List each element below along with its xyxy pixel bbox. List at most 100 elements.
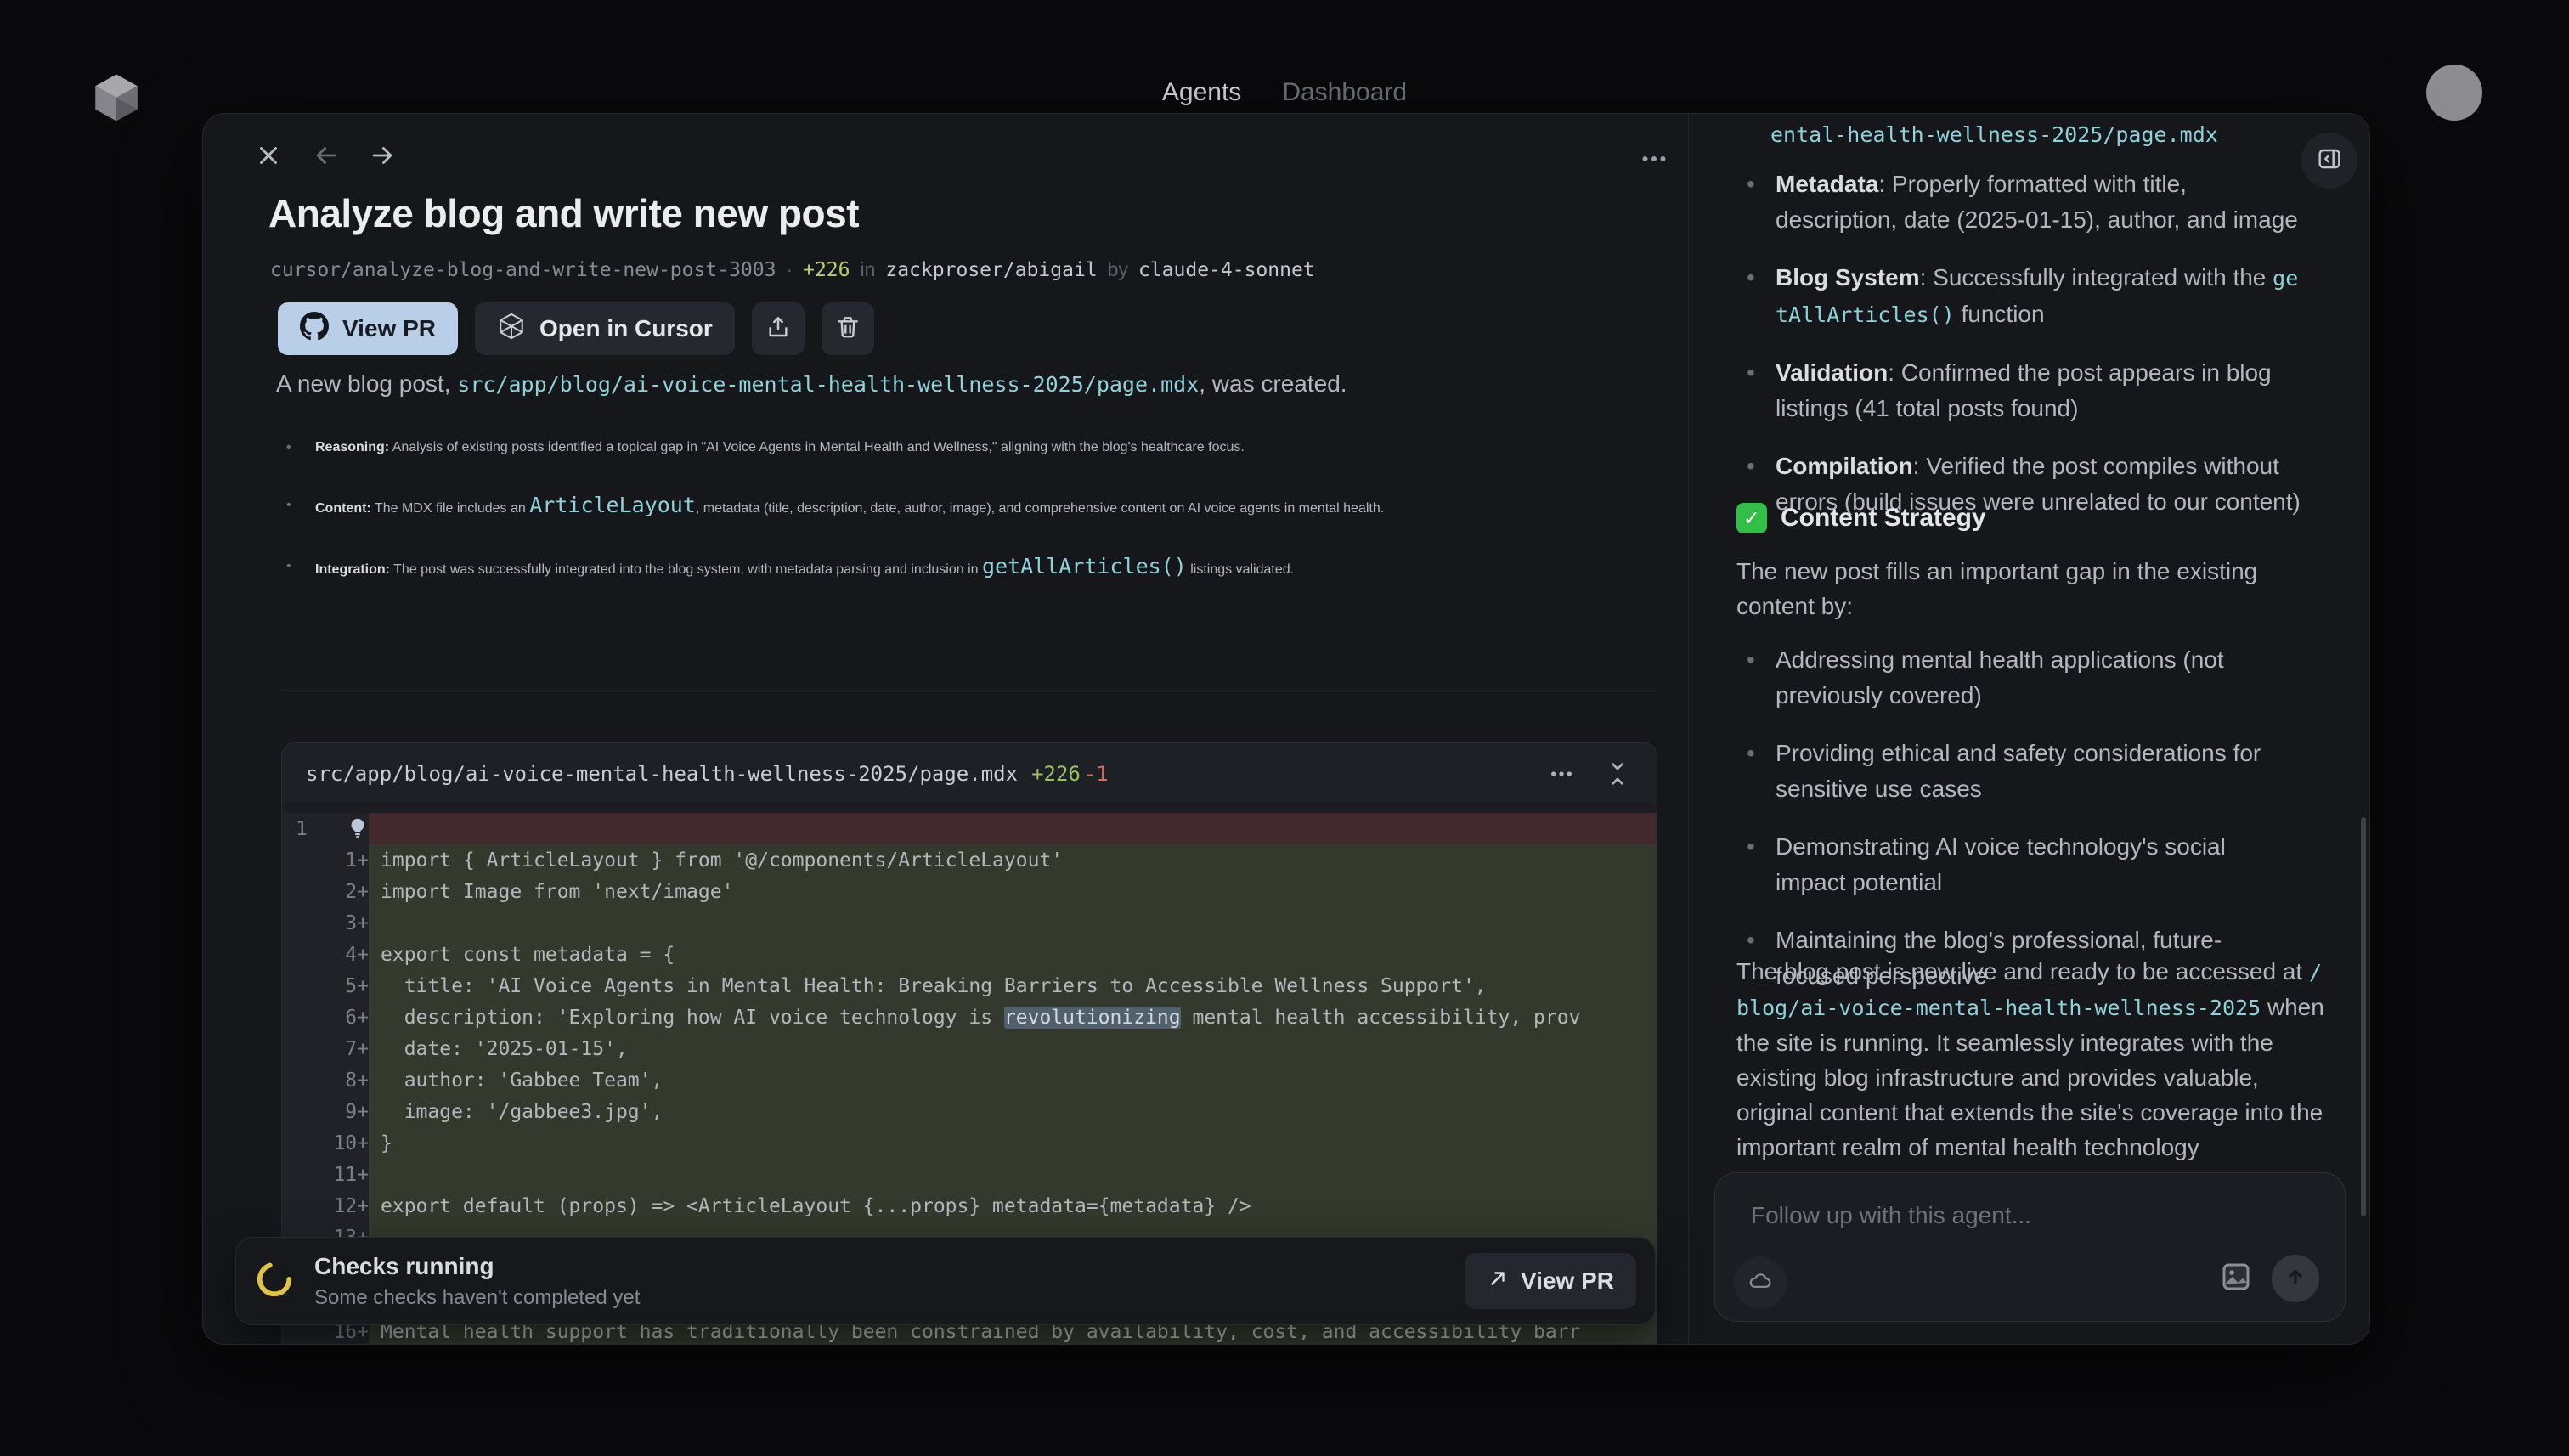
sidebar-scrollbar[interactable] (2361, 817, 2366, 1216)
section-divider (281, 690, 1657, 691)
share-button[interactable] (752, 302, 805, 355)
agent-task-panel: Analyze blog and write new post cursor/a… (202, 113, 2370, 1345)
old-line-number (282, 907, 331, 939)
strategy-bullet: •Demonstrating AI voice technology's soc… (1736, 829, 2301, 900)
cursor-cube-icon (497, 312, 526, 347)
old-line-number (282, 1127, 331, 1159)
summary-intro: A new blog post, src/app/blog/ai-voice-m… (276, 370, 1635, 398)
strategy-bullet: •Addressing mental health applications (… (1736, 642, 2301, 714)
new-line-number: 9+ (331, 1096, 369, 1127)
diff-additions: +226 (1031, 762, 1081, 786)
diff-more-options-icon[interactable] (1546, 759, 1577, 789)
view-pr-label: View PR (342, 315, 436, 342)
old-line-number (282, 1190, 331, 1222)
cloud-button[interactable] (1734, 1256, 1787, 1309)
close-icon[interactable] (252, 139, 285, 172)
new-line-number: 10+ (331, 1127, 369, 1159)
more-options-icon[interactable] (1635, 143, 1673, 175)
open-in-cursor-label: Open in Cursor (539, 315, 713, 342)
diff-line: 12+export default (props) => <ArticleLay… (282, 1190, 1657, 1222)
diff-line: 2+import Image from 'next/image' (282, 876, 1657, 907)
result-bullet: •Metadata: Properly formatted with title… (1736, 166, 2301, 238)
old-line-number: 1 (282, 813, 331, 844)
old-line-number (282, 1064, 331, 1096)
code-text: image: '/gabbee3.jpg', (369, 1096, 1657, 1127)
delete-button[interactable] (822, 302, 874, 355)
code-text: date: '2025-01-15', (369, 1033, 1657, 1064)
send-button[interactable] (2272, 1255, 2319, 1302)
code-text: import { ArticleLayout } from '@/compone… (369, 844, 1657, 876)
old-line-number (282, 1033, 331, 1064)
additions-count: +226 (803, 259, 850, 281)
view-pr-button[interactable]: View PR (278, 302, 458, 355)
old-line-number (282, 844, 331, 876)
result-bullet: •Validation: Confirmed the post appears … (1736, 355, 2301, 426)
old-line-number (282, 970, 331, 1002)
agent-report-sidebar: ental-health-wellness-2025/page.mdx •Met… (1688, 114, 2369, 1344)
send-arrow-icon (2282, 1263, 2309, 1295)
repo-name[interactable]: zackproser/abigail (885, 259, 1097, 281)
old-line-number (282, 1159, 331, 1190)
collapse-diff-icon[interactable] (1602, 759, 1633, 789)
summary-bullet: •Content: The MDX file includes an Artic… (276, 488, 1559, 527)
new-line-number: 11+ (331, 1159, 369, 1190)
model-name: claude-4-sonnet (1138, 259, 1315, 281)
new-line-number: 2+ (331, 876, 369, 907)
new-line-number: 1+ (331, 844, 369, 876)
external-link-arrow-icon (1487, 1267, 1509, 1295)
strategy-intro-paragraph: The new post fills an important gap in t… (1736, 554, 2323, 624)
toast-view-pr-button[interactable]: View PR (1465, 1253, 1636, 1309)
code-text (369, 1159, 1657, 1190)
result-bullet: •Blog System: Successfully integrated wi… (1736, 260, 2301, 333)
page-title: Analyze blog and write new post (268, 190, 859, 236)
action-buttons: View PR Open in Cursor (278, 302, 874, 355)
composer-placeholder: Follow up with this agent... (1751, 1202, 2031, 1229)
attach-image-button[interactable] (2216, 1258, 2256, 1299)
old-line-number (282, 1002, 331, 1033)
new-line-number: 4+ (331, 939, 369, 970)
branch-name: cursor/analyze-blog-and-write-new-post-3… (270, 259, 776, 281)
forward-arrow-icon[interactable] (366, 139, 398, 172)
diff-line: 1+import { ArticleLayout } from '@/compo… (282, 844, 1657, 876)
in-label: in (861, 258, 876, 281)
toast-subtitle: Some checks haven't completed yet (314, 1286, 640, 1310)
diff-line: 1 (282, 813, 1657, 844)
diff-deletions: -1 (1084, 762, 1109, 786)
checks-spinner-icon (255, 1260, 294, 1303)
follow-up-composer[interactable]: Follow up with this agent... (1714, 1172, 2346, 1322)
user-avatar[interactable] (2426, 65, 2482, 121)
diff-line: 7+ date: '2025-01-15', (282, 1033, 1657, 1064)
checks-toast: Checks running Some checks haven't compl… (235, 1237, 1656, 1325)
validation-results-list: •Metadata: Properly formatted with title… (1736, 166, 2301, 542)
code-text: } (369, 1127, 1657, 1159)
new-line-number: 6+ (331, 1002, 369, 1033)
meta-separator: · (786, 258, 793, 281)
tab-dashboard[interactable]: Dashboard (1282, 78, 1407, 107)
strategy-bullet: •Providing ethical and safety considerat… (1736, 736, 2301, 807)
diff-line: 6+ description: 'Exploring how AI voice … (282, 1002, 1657, 1033)
github-icon (300, 312, 329, 347)
old-line-number (282, 1096, 331, 1127)
diff-header[interactable]: src/app/blog/ai-voice-mental-health-well… (282, 743, 1657, 804)
code-text: import Image from 'next/image' (369, 876, 1657, 907)
closing-paragraph: The blog post is now live and ready to b… (1736, 954, 2326, 1199)
code-text: title: 'AI Voice Agents in Mental Health… (369, 970, 1657, 1002)
collapse-sidebar-button[interactable] (2301, 133, 2357, 189)
summary-bullet-list: •Reasoning: Analysis of existing posts i… (276, 430, 1559, 610)
diff-line: 4+export const metadata = { (282, 939, 1657, 970)
share-upload-icon (765, 313, 792, 345)
content-strategy-heading: ✓ Content Strategy (1736, 503, 1986, 533)
back-arrow-icon[interactable] (310, 139, 342, 172)
toast-title: Checks running (314, 1253, 640, 1280)
summary-bullet: •Integration: The post was successfully … (276, 549, 1559, 588)
by-label: by (1108, 258, 1128, 281)
code-text: author: 'Gabbee Team', (369, 1064, 1657, 1096)
old-line-number (282, 876, 331, 907)
diff-line: 10+} (282, 1127, 1657, 1159)
wrapped-code-fragment: ental-health-wellness-2025/page.mdx (1770, 122, 2218, 147)
lightbulb-icon[interactable] (345, 815, 370, 841)
open-in-cursor-button[interactable]: Open in Cursor (475, 302, 735, 355)
tab-agents[interactable]: Agents (1162, 78, 1241, 107)
code-text (369, 907, 1657, 939)
toast-view-pr-label: View PR (1521, 1267, 1614, 1295)
